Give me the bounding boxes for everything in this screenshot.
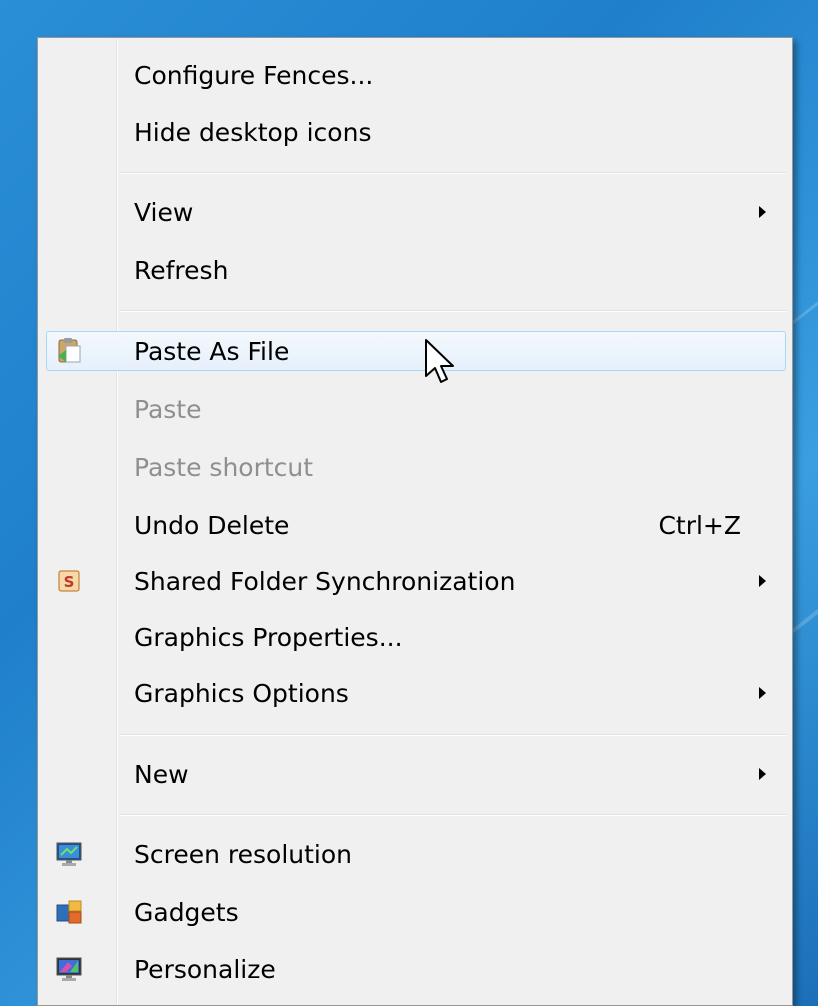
menu-separator: [120, 310, 786, 312]
personalize-icon: [53, 953, 85, 985]
menu-item-label: Paste As File: [134, 336, 290, 366]
submenu-arrow-icon: [759, 206, 766, 218]
menu-item-personalize[interactable]: Personalize: [46, 949, 786, 989]
menu-separator: [120, 734, 786, 736]
menu-separator: [120, 814, 786, 816]
shared-folder-icon-letter: S: [64, 573, 75, 591]
menu-item-hide-desktop-icons[interactable]: Hide desktop icons: [46, 112, 786, 152]
menu-item-label: Hide desktop icons: [134, 117, 372, 147]
menu-item-label: Shared Folder Synchronization: [134, 566, 516, 596]
menu-item-label: Undo Delete: [134, 510, 290, 540]
menu-item-label: Paste shortcut: [134, 452, 314, 482]
paste-as-file-icon: [53, 335, 85, 367]
submenu-arrow-icon: [759, 687, 766, 699]
menu-item-screen-resolution[interactable]: Screen resolution: [46, 834, 786, 874]
shared-folder-sync-icon: S: [53, 565, 85, 597]
menu-item-label: Graphics Properties...: [134, 622, 403, 652]
menu-separator: [120, 172, 786, 174]
submenu-arrow-icon: [759, 575, 766, 587]
menu-item-label: Configure Fences...: [134, 60, 374, 90]
menu-item-configure-fences[interactable]: Configure Fences...: [46, 55, 786, 95]
menu-item-label: New: [134, 759, 189, 789]
gadgets-icon: [53, 896, 85, 928]
menu-item-shortcut: Ctrl+Z: [658, 510, 741, 540]
menu-item-paste-as-file[interactable]: Paste As File: [46, 331, 786, 371]
menu-item-label: Paste: [134, 394, 202, 424]
menu-item-paste-shortcut[interactable]: Paste shortcut: [46, 447, 786, 487]
menu-item-label: Personalize: [134, 954, 276, 984]
menu-item-label: View: [134, 197, 194, 227]
menu-item-label: Refresh: [134, 255, 229, 285]
menu-item-paste[interactable]: Paste: [46, 389, 786, 429]
menu-item-new[interactable]: New: [46, 754, 786, 794]
mouse-pointer-icon: [424, 338, 458, 392]
screen-resolution-icon: [53, 838, 85, 870]
menu-item-label: Screen resolution: [134, 839, 353, 869]
menu-item-refresh[interactable]: Refresh: [46, 250, 786, 290]
menu-item-gadgets[interactable]: Gadgets: [46, 892, 786, 932]
menu-item-label: Gadgets: [134, 897, 239, 927]
desktop-context-menu: Configure Fences... Hide desktop icons V…: [37, 37, 793, 1006]
menu-item-view[interactable]: View: [46, 192, 786, 232]
menu-item-graphics-options[interactable]: Graphics Options: [46, 673, 786, 713]
menu-item-shared-folder-sync[interactable]: S Shared Folder Synchronization: [46, 561, 786, 601]
submenu-arrow-icon: [759, 768, 766, 780]
menu-item-graphics-properties[interactable]: Graphics Properties...: [46, 617, 786, 657]
menu-item-undo-delete[interactable]: Undo Delete Ctrl+Z: [46, 505, 786, 545]
menu-item-label: Graphics Options: [134, 678, 349, 708]
